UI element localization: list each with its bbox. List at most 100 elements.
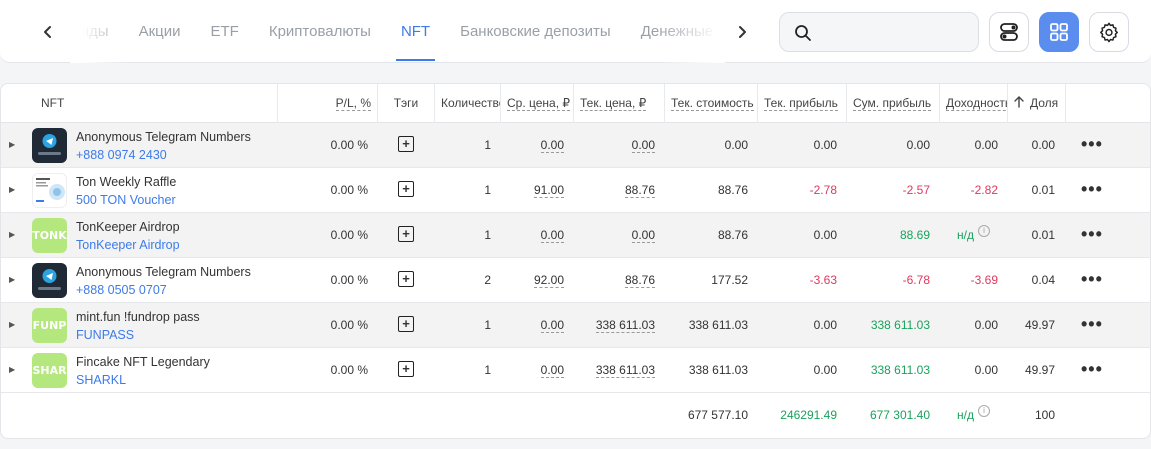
nft-collection-link[interactable]: TonKeeper Airdrop — [76, 237, 180, 253]
cell-cur-price: 338 611.03 — [595, 363, 655, 378]
cell-cur-value: 338 611.03 — [688, 363, 748, 377]
header-avg-price[interactable]: Ср. цена, ₽ — [500, 84, 573, 123]
tab-0[interactable]: Фонды — [70, 0, 124, 63]
header-share[interactable]: Доля — [1007, 84, 1065, 123]
more-actions-icon[interactable]: ••• — [1081, 135, 1103, 153]
header-cur-value[interactable]: Тек. стоимость — [664, 84, 757, 123]
expand-row-icon[interactable]: ▶ — [9, 140, 19, 150]
cell-qty: 1 — [484, 138, 491, 152]
tab-2[interactable]: ETF — [196, 0, 254, 63]
cell-yield: 0.00 — [974, 318, 998, 332]
nft-collection-link[interactable]: FUNPASS — [76, 327, 134, 343]
telegram-numbers-icon — [32, 263, 67, 298]
cell-avg-price: 91.00 — [533, 183, 564, 198]
cell-pl: 0.00 % — [330, 138, 368, 152]
cell-avg-price: 0.00 — [540, 318, 564, 333]
settings-button[interactable] — [1089, 12, 1129, 52]
cell-cur-profit: -2.78 — [809, 183, 837, 197]
total-cur-value: 677 577.10 — [687, 408, 748, 422]
more-actions-icon[interactable]: ••• — [1081, 270, 1103, 288]
add-tag-icon[interactable]: + — [398, 226, 414, 242]
table-row[interactable]: ▶ Anonymous Telegram Numbers +888 0505 070… — [1, 258, 1150, 303]
cell-pl: 0.00 % — [330, 363, 368, 377]
chevron-right-icon — [739, 26, 746, 38]
nft-name: Ton Weekly Raffle — [76, 175, 177, 189]
header-cur-profit[interactable]: Тек. прибыль — [757, 84, 846, 123]
nft-collection-link[interactable]: +888 0974 2430 — [76, 147, 167, 163]
cell-qty: 1 — [484, 318, 491, 332]
table-row[interactable]: ▶ Anonymous Telegram Numbers +888 0974 243… — [1, 123, 1150, 168]
cell-yield: 0.00 — [974, 363, 998, 377]
cell-sum-profit: 0.00 — [906, 138, 930, 152]
expand-row-icon[interactable]: ▶ — [9, 230, 19, 240]
expand-row-icon[interactable]: ▶ — [9, 320, 19, 330]
table-header: NFT P/L, % Тэги Количество Ср. цена, ₽ Т… — [1, 84, 1150, 123]
grid-view-icon — [1050, 23, 1068, 41]
header-pl[interactable]: P/L, % — [277, 84, 377, 123]
cell-cur-price: 0.00 — [631, 228, 655, 243]
cell-avg-price: 0.00 — [540, 363, 564, 378]
tabs-next-button[interactable] — [728, 18, 756, 46]
search-box[interactable] — [779, 12, 979, 52]
add-tag-icon[interactable]: + — [398, 136, 414, 152]
cell-cur-profit: 0.00 — [813, 138, 837, 152]
cell-avg-price: 0.00 — [540, 228, 564, 243]
cell-cur-value: 88.76 — [717, 183, 748, 197]
tab-4[interactable]: NFT — [386, 0, 445, 63]
cell-share: 49.97 — [1024, 318, 1055, 332]
cell-cur-price: 88.76 — [624, 273, 655, 288]
raffle-icon — [32, 173, 67, 208]
toggles-icon — [1000, 23, 1018, 41]
nft-name: Anonymous Telegram Numbers — [76, 265, 251, 279]
toggles-button[interactable] — [989, 12, 1029, 52]
add-tag-icon[interactable]: + — [398, 271, 414, 287]
tabs-prev-button[interactable] — [34, 18, 62, 46]
cell-pl: 0.00 % — [330, 318, 368, 332]
cell-pl: 0.00 % — [330, 183, 368, 197]
header-name[interactable]: NFT — [35, 84, 275, 123]
nft-collection-link[interactable]: +888 0505 0707 — [76, 282, 167, 298]
cell-share: 0.00 — [1031, 138, 1055, 152]
cell-sum-profit: 88.69 — [899, 228, 930, 242]
cell-share: 0.01 — [1031, 183, 1055, 197]
header-actions — [1065, 84, 1150, 123]
info-icon[interactable]: i — [977, 405, 990, 417]
expand-row-icon[interactable]: ▶ — [9, 365, 19, 375]
cell-cur-value: 88.76 — [717, 228, 748, 242]
table-row[interactable]: ▶ Ton Weekly Raffle 500 TON Voucher +0.00 %… — [1, 168, 1150, 213]
more-actions-icon[interactable]: ••• — [1081, 180, 1103, 198]
cell-sum-profit: -6.78 — [902, 273, 930, 287]
gear-icon — [1100, 22, 1118, 43]
cell-pl: 0.00 % — [330, 273, 368, 287]
sort-ascending-icon — [1014, 96, 1024, 108]
totals-row: 677 577.10 246291.49 677 301.40 н/д i 100 — [1, 393, 1150, 438]
tab-5[interactable]: Банковские депозиты — [445, 0, 626, 63]
header-yield[interactable]: Доходность — [939, 84, 1007, 123]
grid-view-button[interactable] — [1039, 12, 1079, 52]
expand-row-icon[interactable]: ▶ — [9, 185, 19, 195]
tab-6[interactable]: Денежные средства — [626, 0, 725, 63]
cell-avg-price: 92.00 — [533, 273, 564, 288]
total-cur-profit: 246291.49 — [780, 408, 837, 422]
more-actions-icon[interactable]: ••• — [1081, 315, 1103, 333]
add-tag-icon[interactable]: + — [398, 316, 414, 332]
add-tag-icon[interactable]: + — [398, 361, 414, 377]
info-icon[interactable]: i — [977, 225, 990, 237]
header-sum-profit[interactable]: Сум. прибыль — [846, 84, 939, 123]
table-row[interactable]: ▶ SHAR Fincake NFT Legendary SHARKL +0.00 % 1… — [1, 348, 1150, 393]
tab-1[interactable]: Акции — [124, 0, 196, 63]
header-cur-price[interactable]: Тек. цена, ₽ — [573, 84, 664, 123]
more-actions-icon[interactable]: ••• — [1081, 225, 1103, 243]
nft-collection-link[interactable]: SHARKL — [76, 372, 126, 388]
table-row[interactable]: ▶ TONK TonKeeper Airdrop TonKeeper Airdrop +… — [1, 213, 1150, 258]
header-tags[interactable]: Тэги — [377, 84, 434, 123]
table-row[interactable]: ▶ FUNP mint.fun !fundrop pass FUNPASS +0.00 … — [1, 303, 1150, 348]
add-tag-icon[interactable]: + — [398, 181, 414, 197]
tab-3[interactable]: Криптовалюты — [254, 0, 386, 63]
nft-collection-link[interactable]: 500 TON Voucher — [76, 192, 176, 208]
more-actions-icon[interactable]: ••• — [1081, 360, 1103, 378]
token-logo-icon: SHAR — [32, 353, 67, 388]
header-qty[interactable]: Количество — [434, 84, 500, 123]
search-input[interactable] — [822, 21, 972, 45]
expand-row-icon[interactable]: ▶ — [9, 275, 19, 285]
